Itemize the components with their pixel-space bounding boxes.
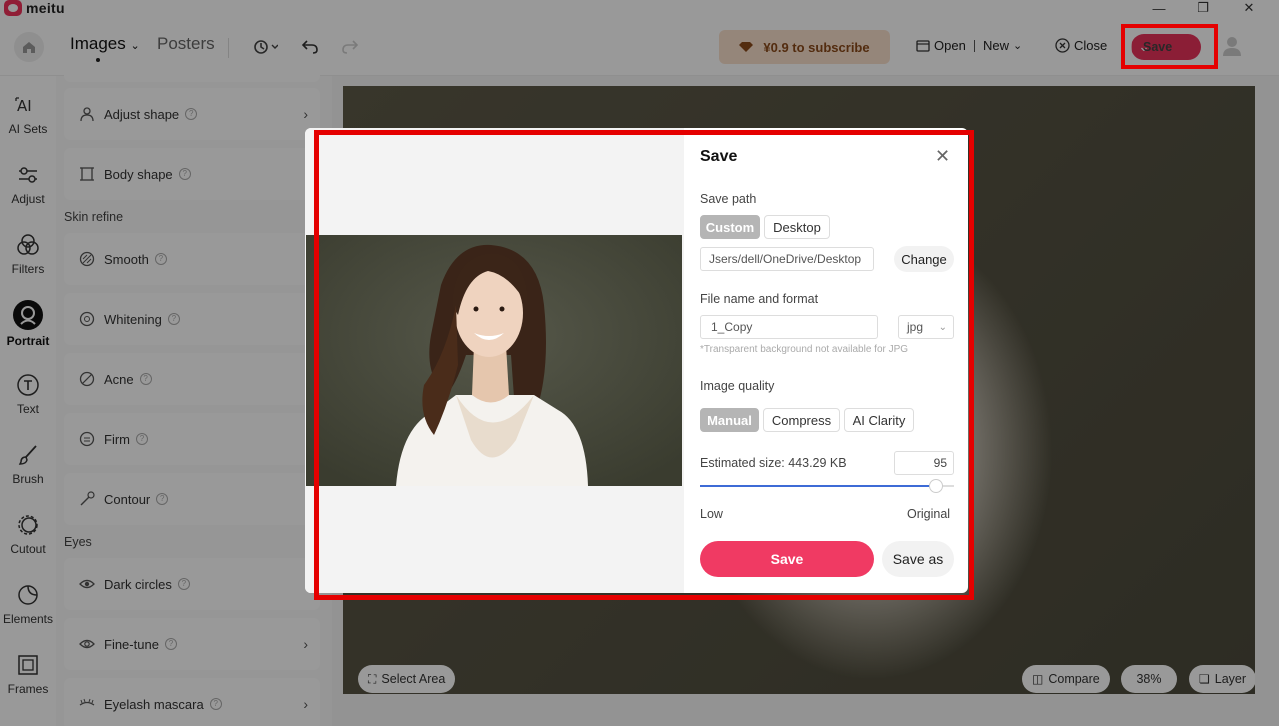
highlight-save-dialog (314, 130, 974, 600)
highlight-save-button (1121, 24, 1218, 69)
